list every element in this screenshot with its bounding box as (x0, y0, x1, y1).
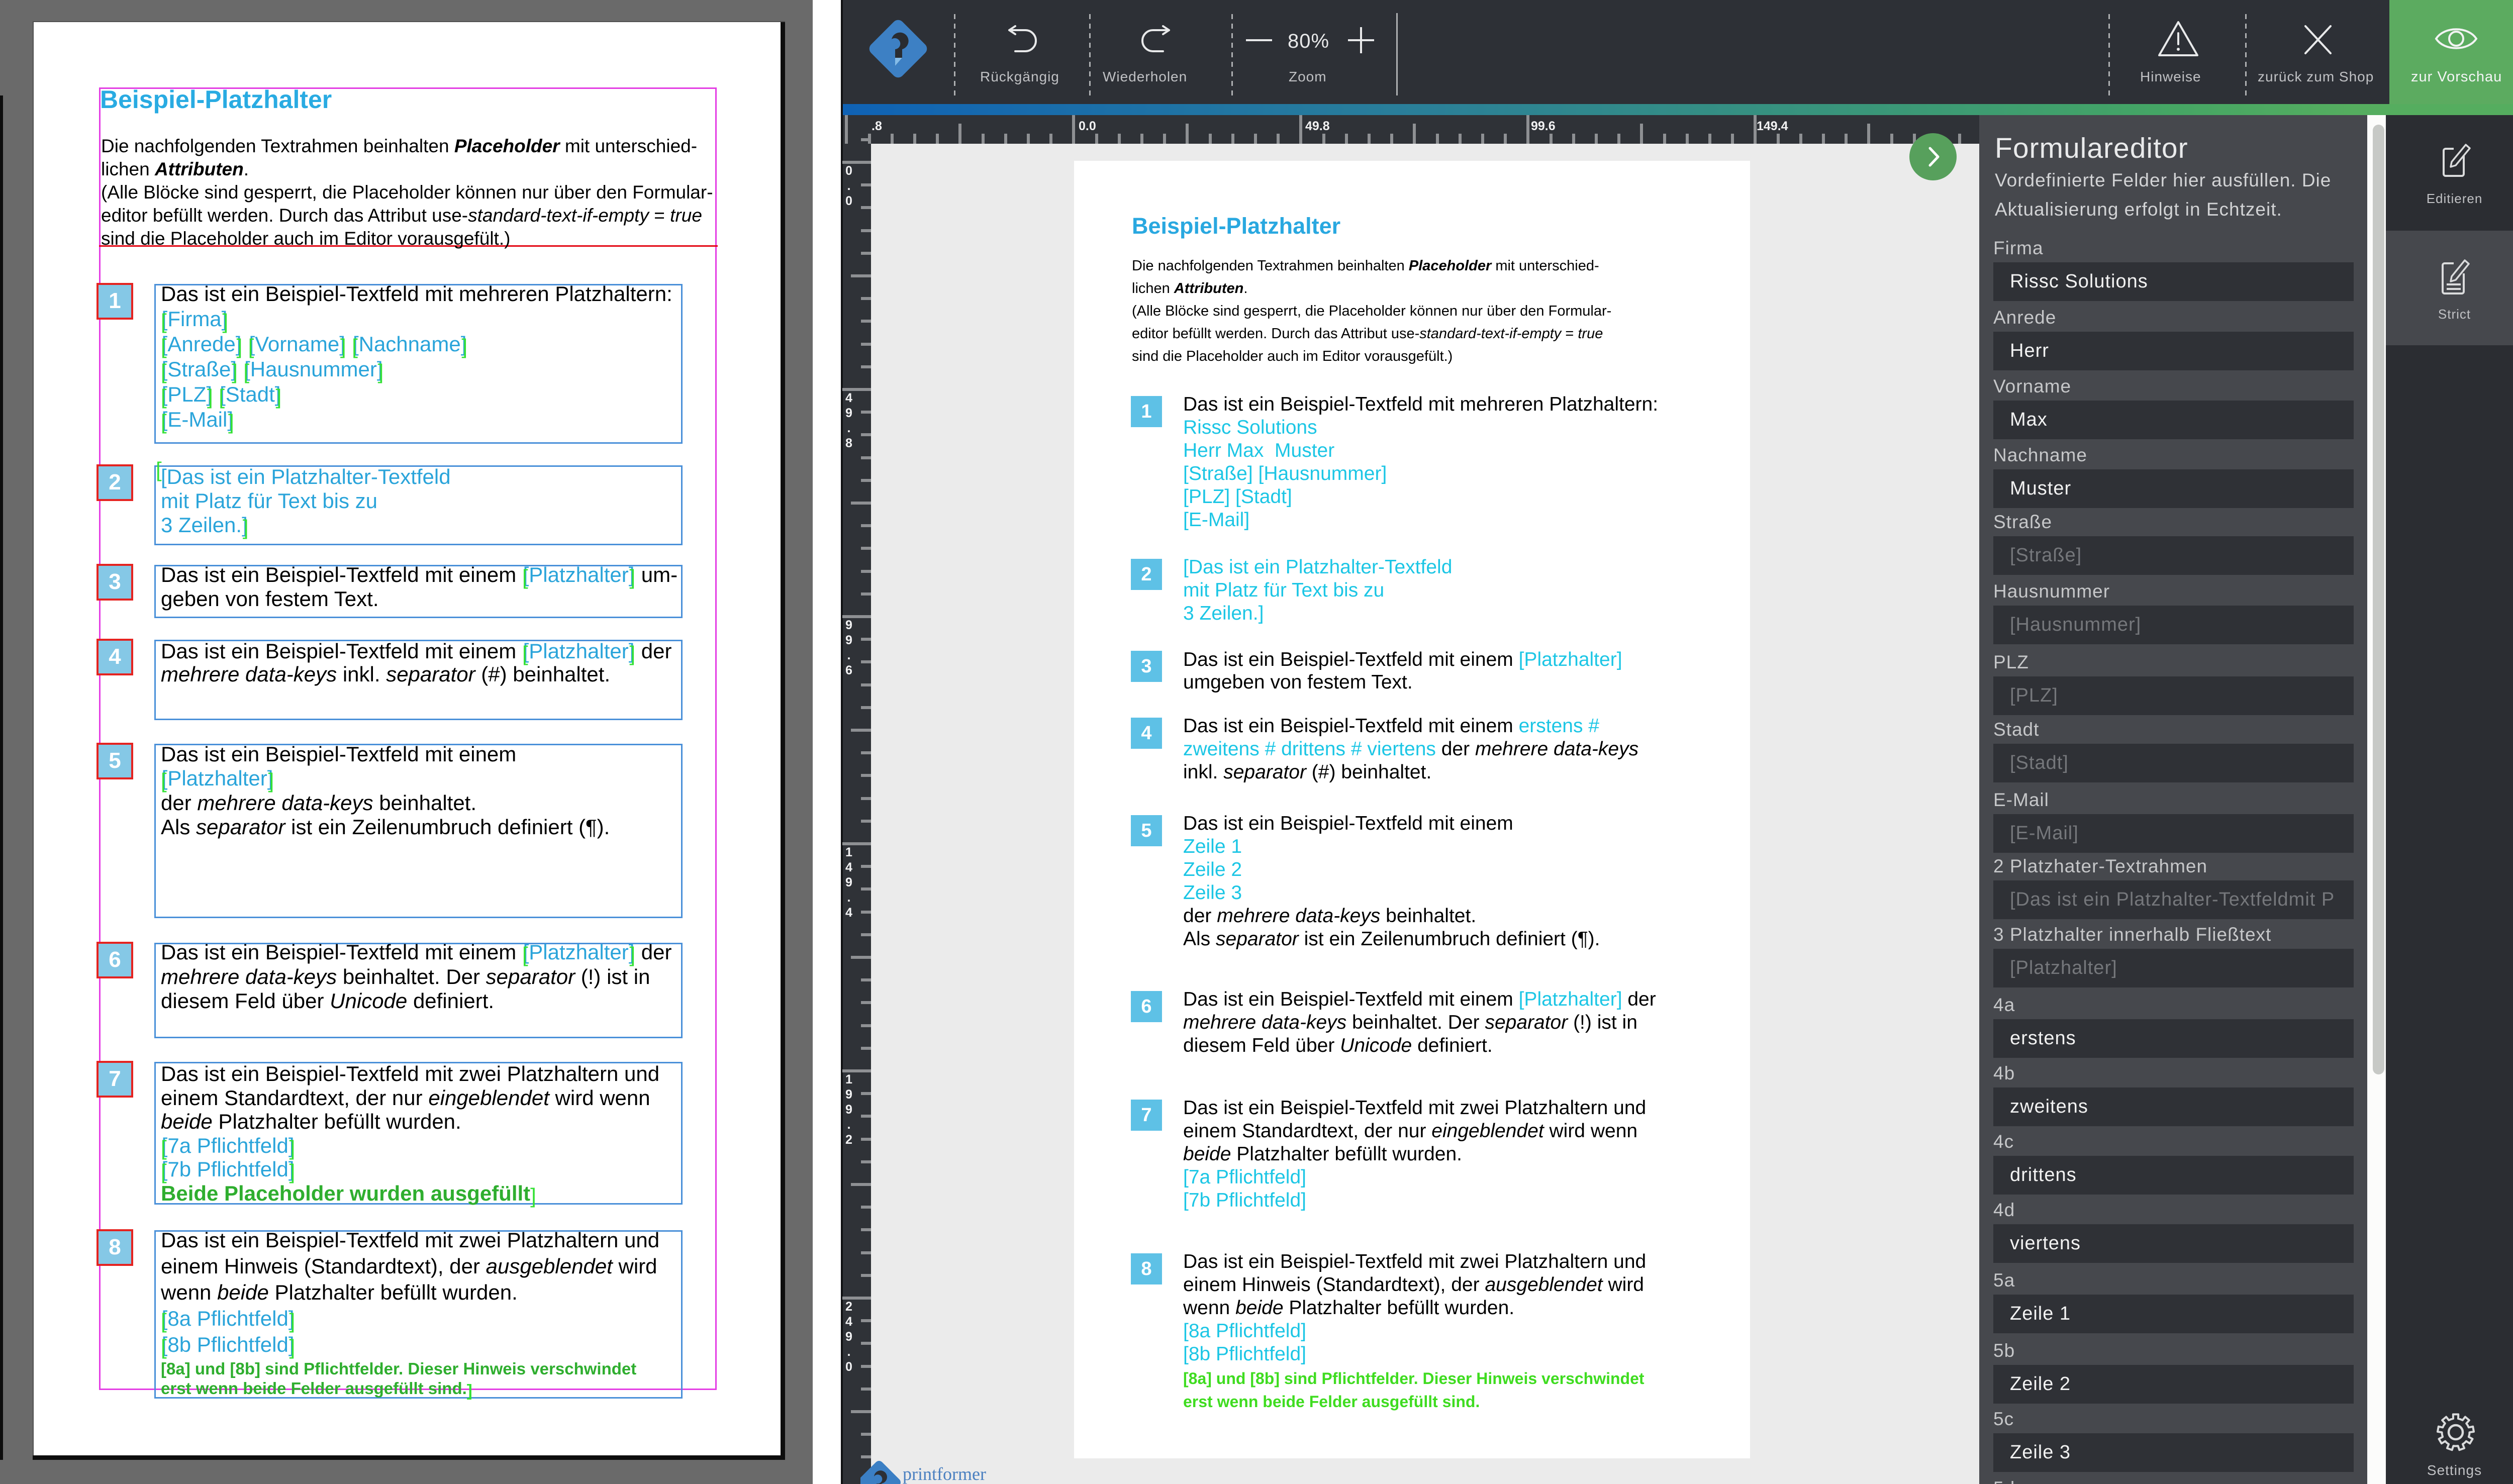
svg-text:printformer: printformer (903, 1464, 986, 1484)
